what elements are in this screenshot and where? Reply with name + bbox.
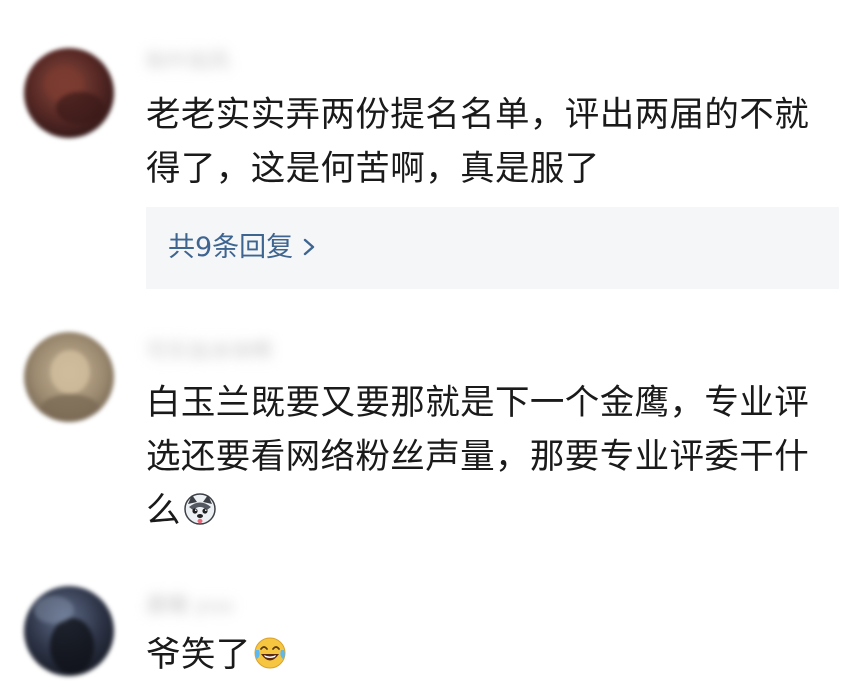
avatar[interactable]	[24, 48, 114, 138]
comment-text: 白玉兰既要又要那就是下一个金鹰，专业评选还要看网络粉丝声量，那要专业评委干什么	[146, 376, 841, 538]
comment-feed: 秋叶如风 老老实实弄两份提名名单，评出两届的不就得了，这是何苦啊，真是服了 共9…	[0, 0, 849, 687]
avatar[interactable]	[24, 586, 114, 676]
reply-count-label: 共9条回复	[168, 232, 294, 263]
user-avatar-icon	[24, 332, 114, 422]
comment-text-body: 爷笑了	[146, 635, 251, 675]
comment-text: 爷笑了	[146, 628, 841, 682]
comment-item-2: 可乐加冰块啊 白玉兰既要又要那就是下一个金鹰，专业评选还要看网络粉丝声量，那要专…	[0, 300, 849, 560]
username[interactable]: 可乐加冰块啊	[146, 338, 272, 364]
comment-item-1: 秋叶如风 老老实实弄两份提名名单，评出两届的不就得了，这是何苦啊，真是服了 共9…	[0, 0, 849, 300]
comment-item-3: 晨曦 yuu 爷笑了	[0, 560, 849, 687]
user-avatar-icon	[24, 586, 114, 676]
user-avatar-icon	[24, 48, 114, 138]
avatar[interactable]	[24, 332, 114, 422]
husky-emoji-icon	[184, 493, 216, 525]
comment-text: 老老实实弄两份提名名单，评出两届的不就得了，这是何苦啊，真是服了	[146, 95, 810, 189]
chevron-right-icon	[303, 238, 315, 256]
username[interactable]: 秋叶如风	[146, 48, 230, 74]
tears-of-joy-emoji-icon	[254, 637, 286, 669]
username[interactable]: 晨曦 yuu	[146, 592, 234, 618]
view-replies-link[interactable]: 共9条回复	[168, 207, 317, 289]
reply-thread-box[interactable]: 共9条回复	[146, 207, 839, 289]
comment-text-body: 白玉兰既要又要那就是下一个金鹰，专业评选还要看网络粉丝声量，那要专业评委干什么	[146, 383, 810, 531]
